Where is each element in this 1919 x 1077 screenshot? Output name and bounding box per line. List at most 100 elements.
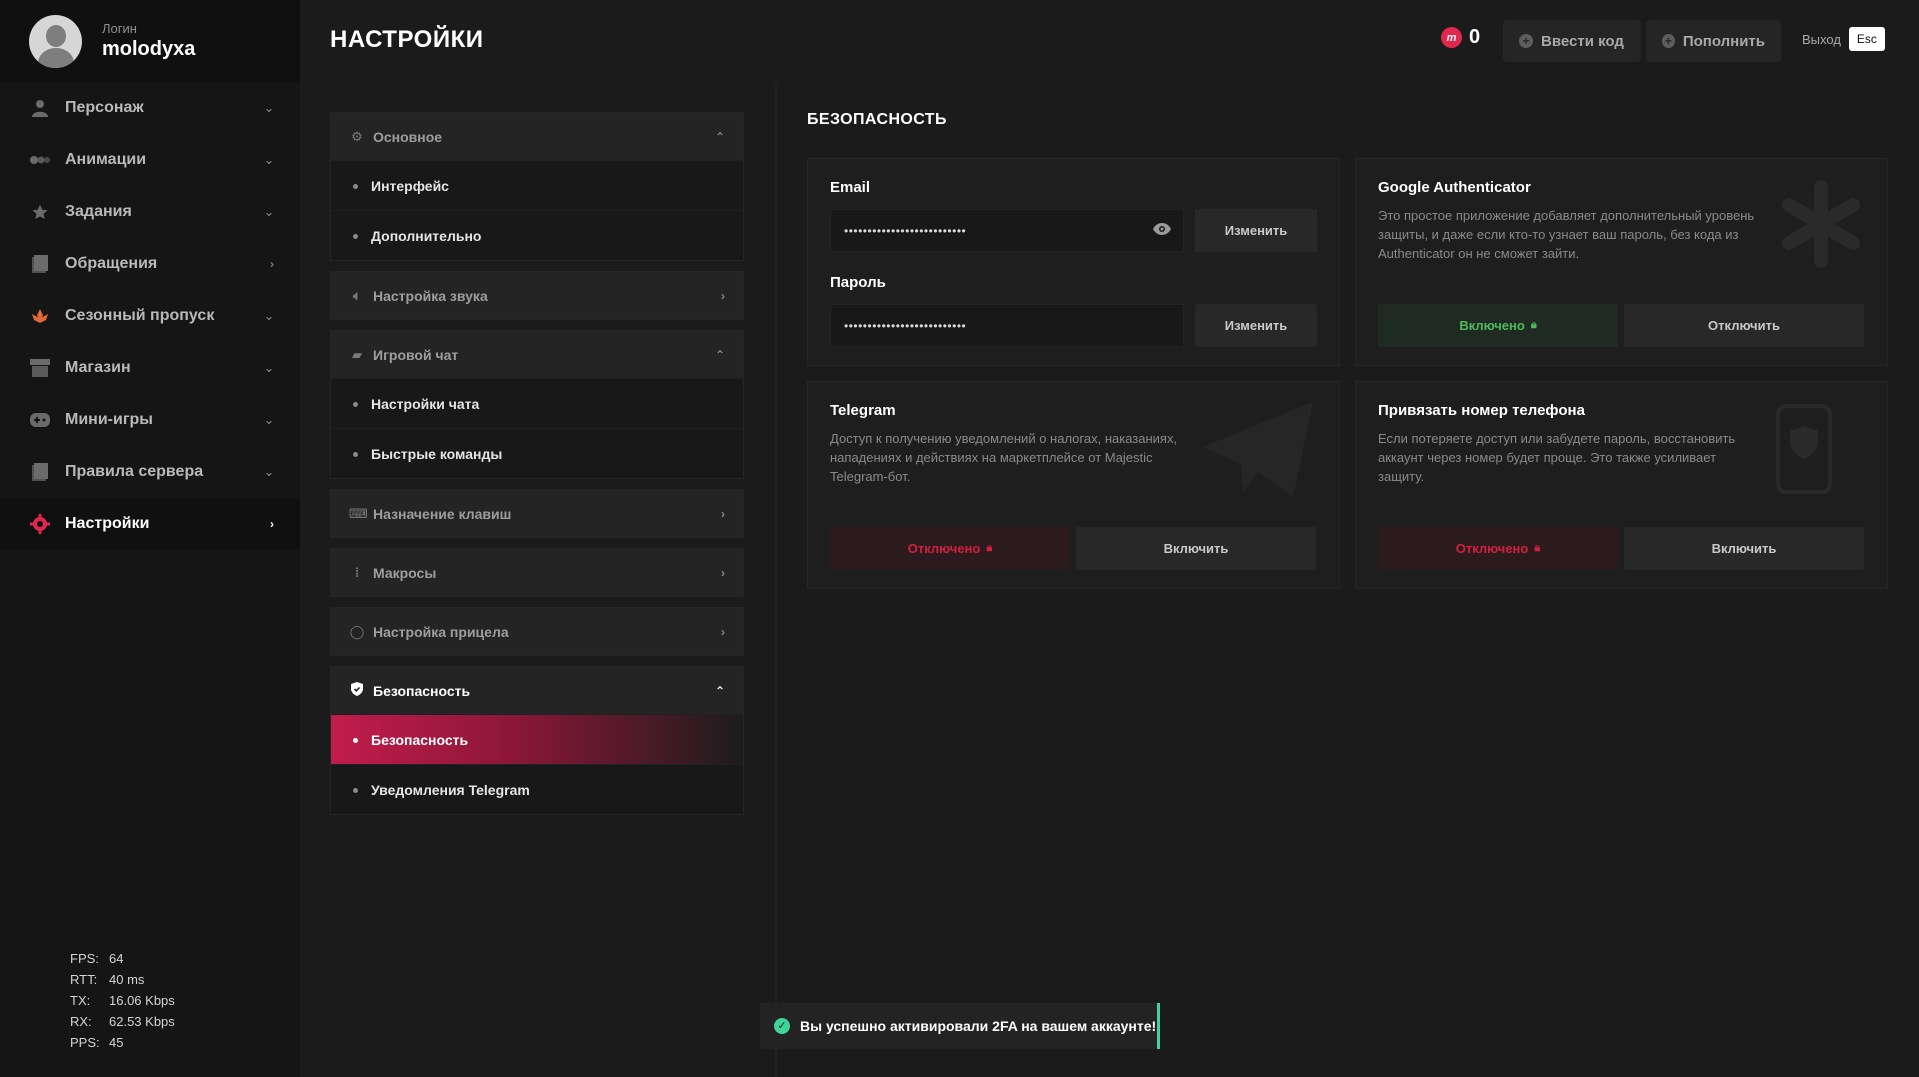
menu-sub-interface[interactable]: Интерфейс [331, 160, 743, 210]
phone-description: Если потеряете доступ или забудете парол… [1378, 431, 1736, 484]
keyboard-icon: ⌨ [349, 505, 368, 521]
menu-sub-security[interactable]: Безопасность [331, 714, 743, 764]
sidebar-item-tickets[interactable]: Обращения › [0, 238, 300, 290]
menu-sub-additional[interactable]: Дополнительно [331, 210, 743, 260]
sidebar-item-label: Персонаж [65, 99, 144, 116]
stat-value: 45 [109, 1035, 124, 1050]
sidebar-item-animations[interactable]: Анимации ⌄ [0, 134, 300, 186]
menu-group-sound: 🔈︎ Настройка звука › [330, 271, 744, 320]
google-title: Google Authenticator [1378, 179, 1531, 196]
sidebar-item-season-pass[interactable]: Сезонный пропуск ⌄ [0, 290, 300, 342]
plus-icon: + [1519, 34, 1533, 48]
change-email-button[interactable]: Изменить [1195, 209, 1317, 252]
sidebar-item-settings[interactable]: Настройки › [0, 498, 300, 550]
password-value: •••••••••••••••••••••••••• [844, 318, 967, 333]
sidebar-item-character[interactable]: Персонаж ⌄ [0, 82, 300, 134]
menu-group-header[interactable]: ⁞ Макросы › [331, 549, 743, 596]
enter-code-button[interactable]: + Ввести код [1503, 20, 1641, 62]
telegram-description: Доступ к получению уведомлений о налогах… [830, 431, 1178, 484]
success-toast: ✓ Вы успешно активировали 2FA на вашем а… [760, 1003, 1160, 1049]
menu-sub-quick-commands[interactable]: Быстрые команды [331, 428, 743, 478]
password-field[interactable]: •••••••••••••••••••••••••• [830, 304, 1184, 347]
chevron-up-icon: ⌃ [714, 129, 725, 144]
balance-value: 0 [1469, 26, 1481, 48]
chevron-right-icon: › [721, 565, 725, 580]
phone-title: Привязать номер телефона [1378, 402, 1585, 419]
menu-group-macros: ⁞ Макросы › [330, 548, 744, 597]
asterisk-watermark-icon [1776, 179, 1866, 274]
chevron-down-icon: ⌄ [263, 413, 274, 427]
menu-group-header[interactable]: ▰ Игровой чат ⌃ [331, 331, 743, 378]
stat-key: PPS: [70, 1035, 100, 1050]
chevron-up-icon: ⌃ [714, 683, 725, 698]
person-icon [30, 98, 50, 118]
macros-icon: ⁞ [354, 565, 360, 580]
sidebar: Логин molodyxa Персонаж ⌄ Анимации ⌄ Зад… [0, 0, 300, 1077]
gamepad-icon [30, 410, 50, 430]
top-up-button[interactable]: + Пополнить [1646, 20, 1781, 62]
chevron-down-icon: ⌄ [263, 361, 274, 375]
menu-group-label: Настройка прицела [373, 623, 509, 640]
menu-group-label: Настройка звука [373, 287, 488, 304]
menu-group-label: Основное [373, 128, 443, 145]
eye-icon[interactable] [1153, 222, 1171, 240]
menu-group-header[interactable]: ◯ Настройка прицела › [331, 608, 743, 655]
phone-watermark-icon [1776, 404, 1832, 499]
google-description: Это простое приложение добавляет дополни… [1378, 208, 1755, 261]
menu-group-header[interactable]: 🔈︎ Настройка звука › [331, 272, 743, 319]
menu-group-header[interactable]: Безопасность ⌃ [331, 667, 743, 714]
avatar [29, 14, 82, 68]
profile-block: Логин molodyxa [0, 0, 300, 82]
gear-icon: ⚙ [351, 128, 363, 144]
telegram-enable-button[interactable]: Включить [1076, 527, 1316, 570]
chevron-right-icon: › [270, 517, 274, 531]
panel-divider [775, 82, 777, 1077]
shield-icon [349, 682, 365, 699]
google-disable-button[interactable]: Отключить [1624, 304, 1864, 347]
menu-group-header[interactable]: ⚙ Основное ⌃ [331, 113, 743, 160]
page-title: НАСТРОЙКИ [330, 26, 484, 53]
google-authenticator-card: Google Authenticator Это простое приложе… [1355, 158, 1888, 366]
section-title: БЕЗОПАСНОСТЬ [807, 111, 947, 128]
lock-icon: 🔒︎ [1534, 542, 1541, 554]
telegram-card: Telegram Доступ к получению уведомлений … [807, 381, 1340, 589]
menu-group-label: Игровой чат [373, 346, 459, 363]
sidebar-item-server-rules[interactable]: Правила сервера ⌄ [0, 446, 300, 498]
status-label: Отключено [1455, 541, 1529, 556]
sidebar-item-label: Задания [65, 203, 132, 220]
menu-group-keybinds: ⌨ Назначение клавиш › [330, 489, 744, 538]
sidebar-item-tasks[interactable]: Задания ⌄ [0, 186, 300, 238]
email-value: •••••••••••••••••••••••••• [844, 223, 967, 238]
chevron-up-icon: ⌃ [714, 347, 725, 362]
menu-sub-chat-settings[interactable]: Настройки чата [331, 378, 743, 428]
check-icon: ✓ [774, 1018, 790, 1034]
enter-code-label: Ввести код [1541, 32, 1624, 50]
stat-value: 16.06 Kbps [109, 993, 175, 1008]
menu-group-header[interactable]: ⌨ Назначение клавиш › [331, 490, 743, 537]
change-password-button[interactable]: Изменить [1195, 304, 1317, 347]
phone-status-disabled: Отключено 🔒︎ [1378, 527, 1618, 570]
coin-icon: m [1441, 27, 1462, 48]
sidebar-item-minigames[interactable]: Мини-игры ⌄ [0, 394, 300, 446]
exit-button[interactable]: Выход Esc [1802, 27, 1885, 51]
sidebar-item-label: Настройки [65, 515, 150, 532]
speaker-icon: 🔈︎ [353, 287, 361, 303]
menu-group-label: Безопасность [373, 682, 471, 699]
phone-enable-button[interactable]: Включить [1624, 527, 1864, 570]
menu-group-label: Назначение клавиш [373, 505, 512, 522]
chevron-right-icon: › [721, 506, 725, 521]
profile-username: molodyxa [102, 38, 196, 60]
sidebar-item-label: Анимации [65, 151, 147, 168]
sidebar-item-shop[interactable]: Магазин ⌄ [0, 342, 300, 394]
network-stats: FPS: 64 RTT: 40 ms TX: 16.06 Kbps RX: 62.53 … [70, 948, 175, 1053]
lock-icon: 🔒︎ [986, 542, 993, 554]
email-field[interactable]: •••••••••••••••••••••••••• [830, 209, 1184, 252]
google-status-enabled: Включено 🔒︎ [1378, 304, 1618, 347]
star-icon [30, 202, 50, 222]
chevron-down-icon: ⌄ [263, 205, 274, 219]
profile-label: Логин [102, 21, 137, 36]
chat-icon: ▰ [352, 346, 362, 362]
menu-sub-telegram-notifications[interactable]: Уведомления Telegram [331, 764, 743, 814]
telegram-status-disabled: Отключено 🔒︎ [830, 527, 1070, 570]
sidebar-item-label: Правила сервера [65, 463, 204, 480]
